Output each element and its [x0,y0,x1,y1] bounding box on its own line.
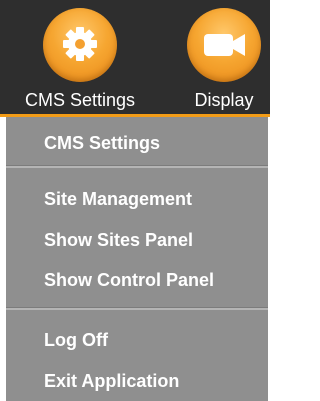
menu-separator [6,307,268,310]
menu-item-log-off[interactable]: Log Off [44,329,108,351]
cms-settings-button[interactable]: CMS Settings [6,0,154,114]
display-label: Display [194,90,254,110]
top-toolbar: CMS Settings Display [0,0,270,114]
cms-app: CMS Settings Display CMS Settings Site M… [0,0,288,401]
menu-item-exit-application[interactable]: Exit Application [44,370,179,392]
cms-settings-label: CMS Settings [24,90,136,110]
cms-settings-dropdown-menu: CMS Settings Site Management Show Sites … [6,117,268,401]
menu-item-site-management[interactable]: Site Management [44,188,192,210]
video-camera-icon [187,8,261,82]
menu-separator [6,165,268,168]
gear-icon [43,8,117,82]
display-button[interactable]: Display [176,0,272,114]
menu-item-cms-settings[interactable]: CMS Settings [44,132,160,154]
menu-item-show-control-panel[interactable]: Show Control Panel [44,269,214,291]
menu-item-show-sites-panel[interactable]: Show Sites Panel [44,229,193,251]
